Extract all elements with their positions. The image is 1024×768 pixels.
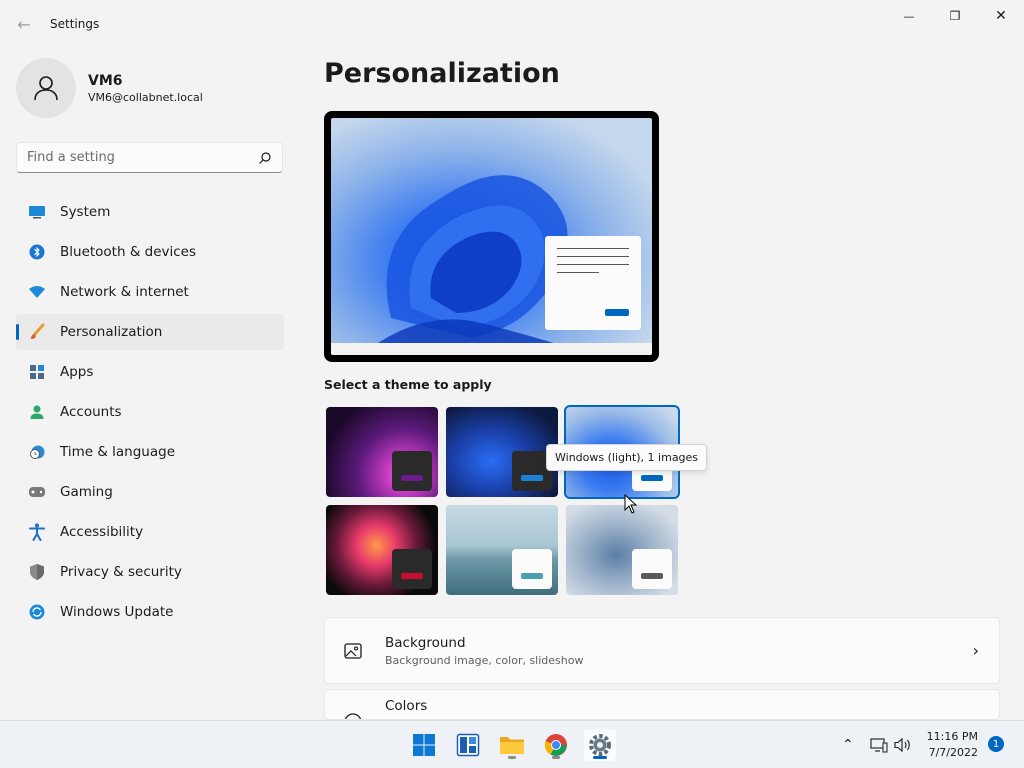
minimize-button[interactable]: — — [886, 0, 932, 32]
search-input[interactable]: Find a setting — [16, 142, 283, 173]
sidebar-item-label: Gaming — [60, 484, 113, 500]
title-bar: ← Settings — ❐ ✕ — [0, 0, 1024, 48]
accessibility-icon — [28, 523, 46, 541]
person-icon — [34, 76, 58, 101]
settings-icon — [589, 734, 611, 756]
colors-setting-row[interactable]: Colors — [324, 689, 1000, 720]
sidebar-item-accounts[interactable]: Accounts — [16, 394, 284, 430]
image-icon — [344, 642, 362, 659]
sidebar-item-label: Bluetooth & devices — [60, 244, 197, 260]
sidebar-item-label: Time & language — [60, 444, 176, 460]
sidebar-item-accessibility[interactable]: Accessibility — [16, 514, 284, 550]
setting-title: Background — [385, 634, 466, 651]
user-profile[interactable]: VM6 VM6@collabnet.local — [16, 58, 203, 118]
setting-subtitle: Background image, color, slideshow — [385, 653, 584, 667]
widgets-icon — [456, 733, 480, 757]
page-title: Personalization — [324, 58, 560, 89]
arrow-left-icon: ← — [17, 14, 31, 34]
background-setting-row[interactable]: Background Background image, color, slid… — [324, 617, 1000, 684]
chevron-up-icon: ⌃ — [842, 737, 854, 753]
theme-tooltip: Windows (light), 1 images — [546, 444, 708, 471]
brush-icon — [28, 323, 46, 341]
chrome-icon — [544, 734, 567, 756]
wallpaper-preview — [331, 118, 652, 355]
start-button[interactable] — [408, 729, 440, 761]
sidebar-item-label: Accounts — [60, 404, 122, 420]
theme-captured-motion[interactable] — [326, 505, 438, 595]
chrome-button[interactable] — [540, 729, 572, 761]
sidebar-item-network[interactable]: Network & internet — [16, 274, 284, 310]
restore-button[interactable]: ❐ — [932, 0, 978, 32]
theme-flow[interactable] — [446, 505, 558, 595]
sidebar-item-apps[interactable]: Apps — [16, 354, 284, 390]
avatar — [16, 58, 76, 118]
minimize-icon: — — [903, 9, 915, 23]
wifi-icon — [28, 283, 46, 301]
sidebar-item-label: Windows Update — [60, 604, 174, 620]
theme-windows-dark[interactable] — [446, 407, 558, 497]
sidebar-item-gaming[interactable]: Gaming — [16, 474, 284, 510]
network-status-button[interactable] — [870, 721, 888, 768]
theme-preview — [324, 111, 659, 362]
palette-icon — [344, 713, 362, 719]
setting-title: Colors — [385, 698, 428, 714]
notification-badge[interactable]: 1 — [988, 736, 1004, 752]
sidebar-item-system[interactable]: System — [16, 194, 284, 230]
sidebar-item-personalization[interactable]: Personalization — [16, 314, 284, 350]
show-hidden-icons-button[interactable]: ⌃ — [842, 721, 854, 768]
close-button[interactable]: ✕ — [978, 0, 1024, 32]
sidebar-item-time-language[interactable]: Time & language — [16, 434, 284, 470]
back-button[interactable]: ← — [12, 12, 36, 36]
taskbar: ⌃ 11:16 PM 7/7/2022 — [0, 720, 1024, 768]
sidebar-item-bluetooth[interactable]: Bluetooth & devices — [16, 234, 284, 270]
sidebar-item-privacy[interactable]: Privacy & security — [16, 554, 284, 590]
sidebar-item-label: Privacy & security — [60, 564, 182, 580]
restore-icon: ❐ — [949, 9, 961, 23]
profile-name: VM6 — [88, 72, 123, 89]
settings-taskbar-button[interactable] — [584, 729, 616, 761]
sidebar-nav: System Bluetooth & devices Network & int… — [16, 194, 284, 634]
themes-section-label: Select a theme to apply — [324, 377, 492, 392]
file-explorer-button[interactable] — [496, 729, 528, 761]
preview-window — [545, 236, 641, 330]
clock-date: 7/7/2022 — [928, 746, 978, 759]
sidebar-item-label: Apps — [60, 364, 94, 380]
preview-taskbar — [331, 343, 652, 355]
file-explorer-icon — [500, 737, 524, 754]
update-icon — [28, 603, 46, 621]
bluetooth-icon — [28, 243, 46, 261]
volume-button[interactable] — [894, 721, 912, 768]
close-icon: ✕ — [995, 8, 1007, 24]
search-placeholder: Find a setting — [27, 150, 115, 165]
volume-icon — [894, 737, 910, 753]
network-icon — [870, 738, 888, 753]
person-icon — [28, 403, 46, 421]
start-icon — [413, 734, 435, 756]
clock-globe-icon — [28, 443, 46, 461]
gamepad-icon — [28, 483, 46, 501]
widgets-button[interactable] — [452, 729, 484, 761]
theme-glow[interactable] — [326, 407, 438, 497]
sidebar-item-label: Network & internet — [60, 284, 189, 300]
apps-icon — [28, 363, 46, 381]
chevron-right-icon: › — [972, 641, 979, 660]
sidebar-item-label: Accessibility — [60, 524, 144, 540]
clock-time: 11:16 PM — [926, 730, 978, 743]
mouse-cursor-icon — [624, 494, 638, 514]
system-icon — [28, 203, 46, 221]
theme-sunrise[interactable] — [566, 505, 678, 595]
sidebar-item-label: System — [60, 204, 111, 220]
shield-icon — [28, 563, 46, 581]
search-icon — [259, 151, 271, 164]
profile-email: VM6@collabnet.local — [88, 90, 203, 104]
sidebar-item-windows-update[interactable]: Windows Update — [16, 594, 284, 630]
app-title: Settings — [50, 17, 100, 31]
sidebar-item-label: Personalization — [60, 324, 163, 340]
clock[interactable]: 11:16 PM 7/7/2022 — [920, 729, 978, 761]
